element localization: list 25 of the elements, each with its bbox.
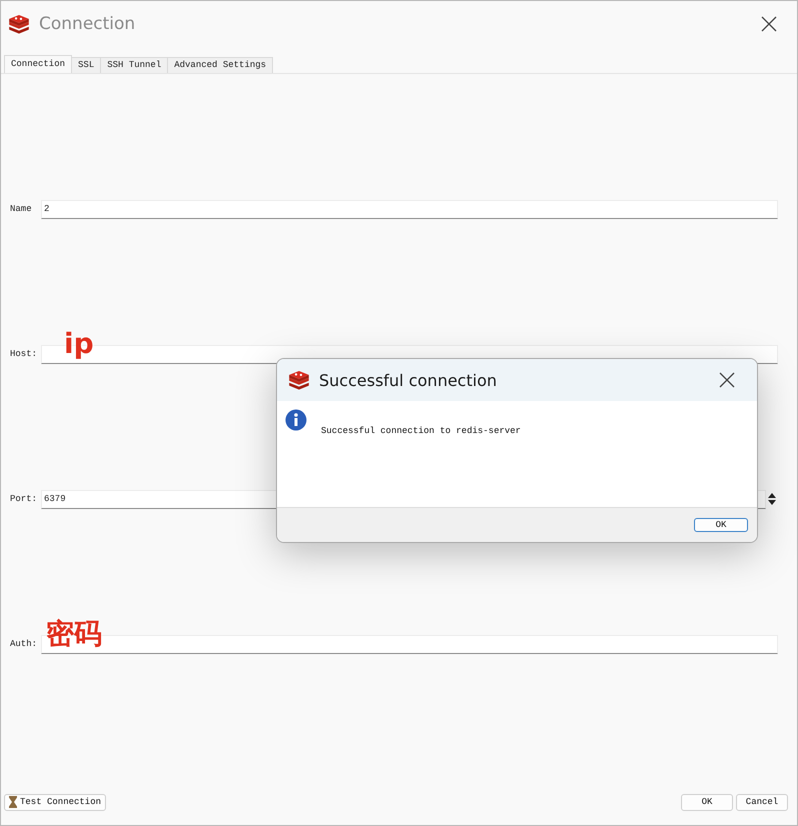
info-icon xyxy=(285,409,307,431)
close-icon xyxy=(719,372,735,388)
ok-button[interactable]: OK xyxy=(681,794,733,810)
ok-button[interactable]: OK xyxy=(694,518,748,532)
field-label: Auth: xyxy=(10,639,37,649)
tab[interactable]: SSL xyxy=(71,57,102,73)
field-label: Host: xyxy=(10,349,37,359)
logo-icon xyxy=(7,13,31,35)
tab[interactable]: Advanced Settings xyxy=(167,57,274,73)
input-field[interactable]: 2 xyxy=(41,200,778,218)
dialog-message: Successful connection to redis-server xyxy=(321,426,521,436)
field-label: Port: xyxy=(10,494,37,504)
hourglass-icon xyxy=(9,796,17,808)
logo-icon xyxy=(287,369,311,391)
spinner-arrows-icon[interactable] xyxy=(766,491,778,507)
tab[interactable]: SSH Tunnel xyxy=(100,57,168,73)
annotation-text: 密码 xyxy=(46,620,102,648)
close-icon xyxy=(761,16,777,32)
dialog-title: Successful connection xyxy=(319,370,498,390)
window-title: Connection xyxy=(39,14,136,34)
annotation-text: ip xyxy=(64,330,94,358)
tab[interactable]: Connection xyxy=(4,55,72,73)
field-label: Name xyxy=(10,204,33,214)
test-connection-button[interactable]: Test Connection xyxy=(4,794,106,810)
cancel-button[interactable]: Cancel xyxy=(736,794,788,810)
